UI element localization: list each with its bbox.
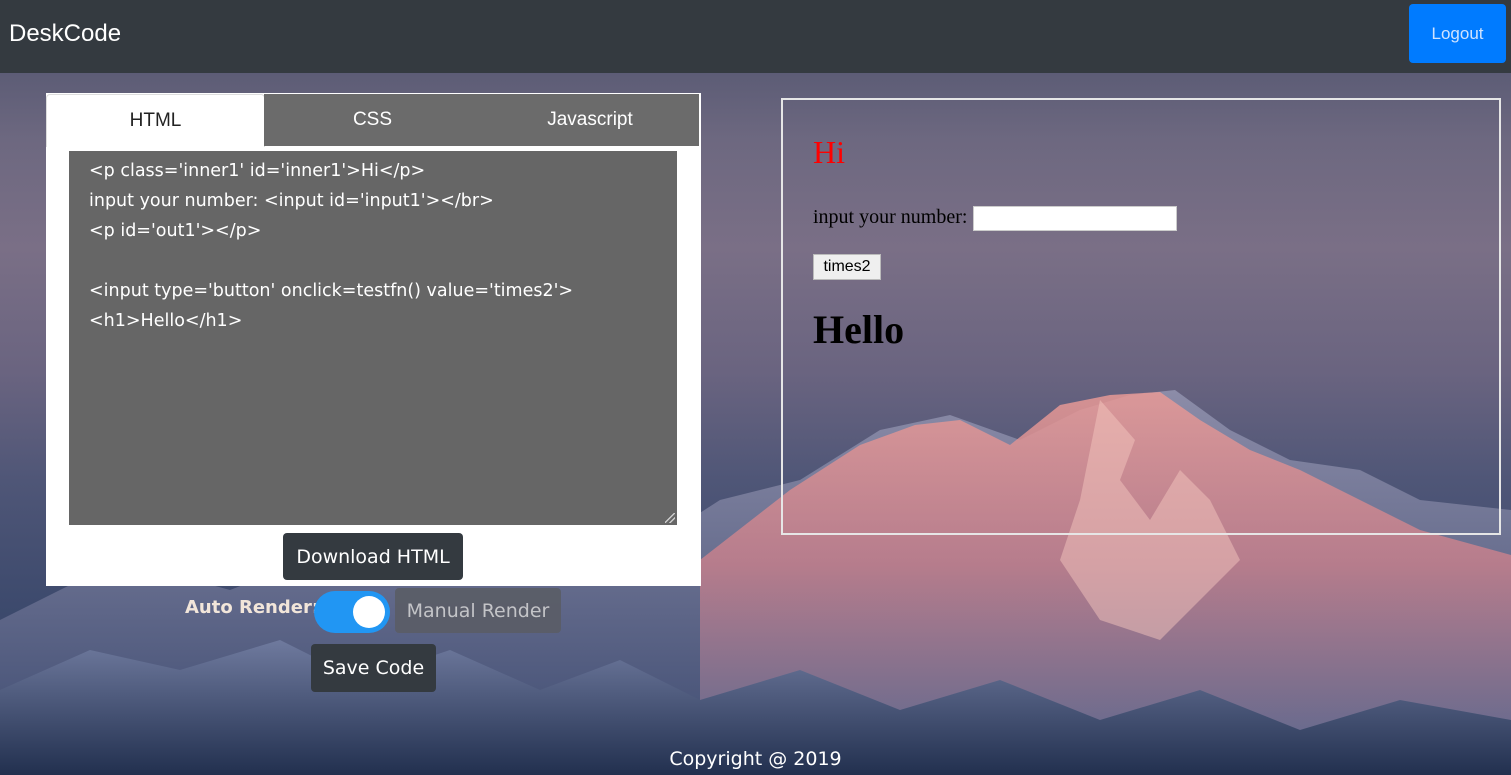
preview-heading: Hello	[813, 307, 905, 352]
manual-render-button[interactable]: Manual Render	[395, 588, 561, 633]
download-html-button[interactable]: Download HTML	[283, 533, 463, 580]
editor-tabs: HTML CSS Javascript	[46, 93, 701, 147]
auto-render-toggle[interactable]	[314, 591, 390, 633]
brand-logo[interactable]: DeskCode	[9, 20, 121, 48]
logout-button[interactable]: Logout	[1409, 4, 1506, 63]
tab-javascript[interactable]: Javascript	[481, 94, 699, 146]
code-editor-panel: HTML CSS Javascript <p class='inner1' id…	[46, 93, 701, 586]
footer-copyright: Copyright @ 2019	[669, 748, 842, 770]
save-code-button[interactable]: Save Code	[311, 644, 436, 692]
toggle-knob	[353, 596, 385, 628]
preview-number-input[interactable]	[973, 206, 1177, 231]
preview-times2-button[interactable]: times2	[813, 254, 881, 280]
top-navbar: DeskCode Logout	[0, 0, 1511, 73]
render-preview: Hi input your number: times2 Hello	[781, 98, 1501, 535]
preview-input-label: input your number:	[813, 206, 968, 228]
html-code-textarea[interactable]: <p class='inner1' id='inner1'>Hi</p> inp…	[69, 151, 677, 525]
preview-inner1-text: Hi	[813, 134, 845, 170]
tab-html[interactable]: HTML	[46, 94, 265, 147]
tab-css[interactable]: CSS	[264, 94, 481, 146]
auto-render-label: Auto Render:	[185, 597, 320, 618]
resize-grip-icon[interactable]	[665, 513, 675, 523]
